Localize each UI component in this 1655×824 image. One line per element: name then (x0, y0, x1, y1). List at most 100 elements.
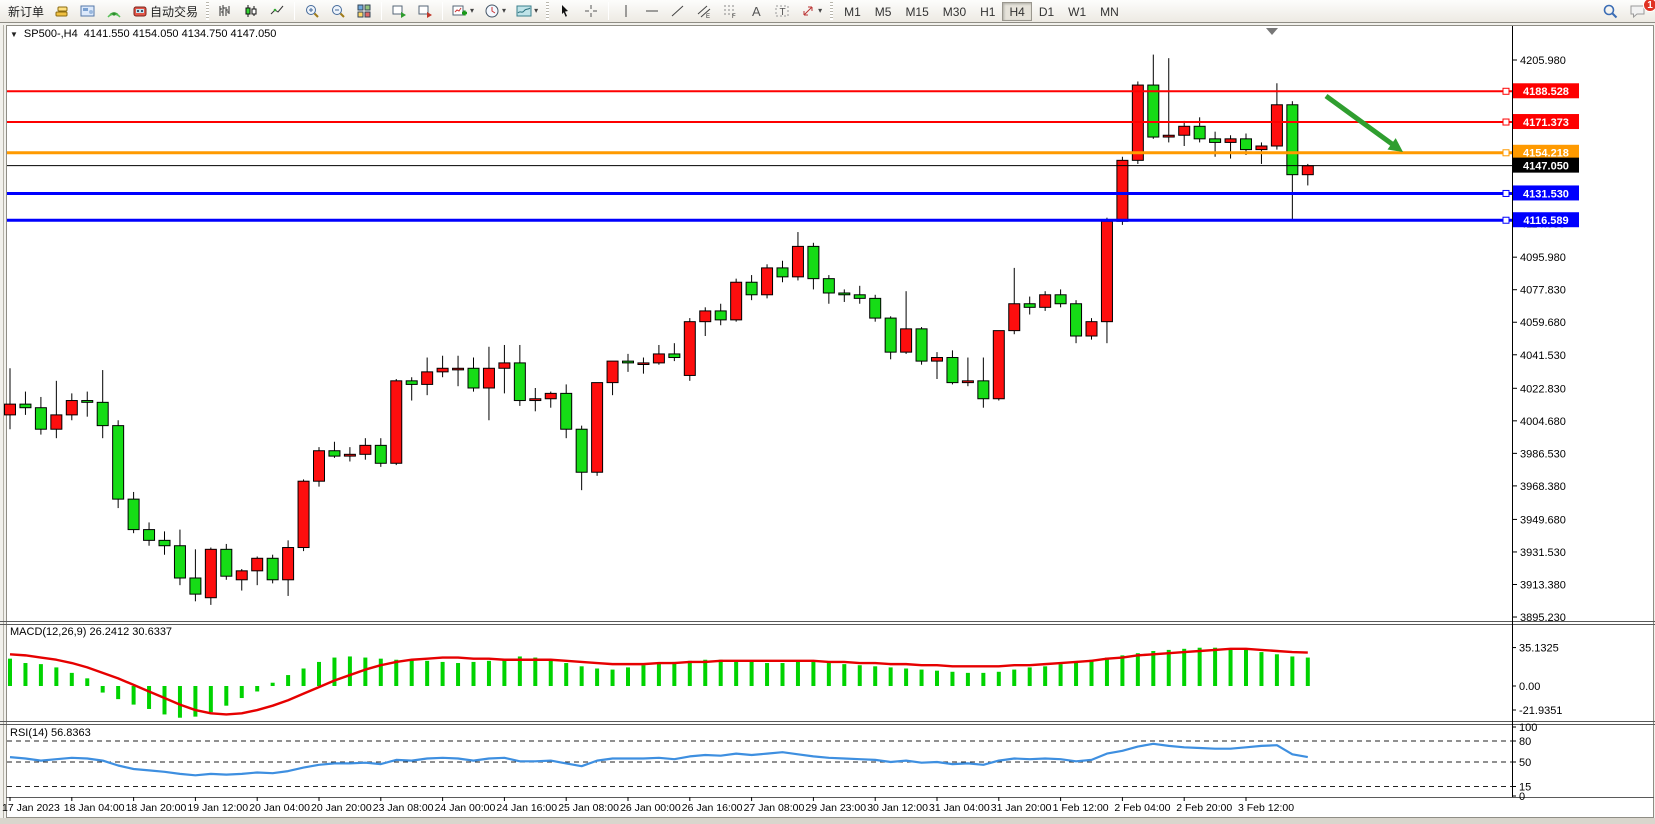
chart-symbol-period: SP500-,H4 (24, 28, 78, 40)
chevron-down-icon: ▾ (534, 7, 538, 15)
timeframe-H1[interactable]: H1 (973, 2, 1002, 21)
rsi-indicator-label: RSI(14) 56.8363 (10, 727, 91, 739)
svg-text:2 Feb 04:00: 2 Feb 04:00 (1114, 802, 1170, 814)
svg-text:17 Jan 2023: 17 Jan 2023 (2, 802, 60, 814)
candlestick-icon[interactable] (239, 1, 263, 21)
svg-text:3968.380: 3968.380 (1520, 481, 1566, 493)
timeframe-D1[interactable]: D1 (1032, 2, 1061, 21)
autotrading-button[interactable]: 自动交易 (128, 1, 202, 21)
svg-text:F: F (732, 14, 736, 19)
macd-indicator-label: MACD(12,26,9) 26.2412 30.6337 (10, 626, 172, 638)
svg-text:26 Jan 00:00: 26 Jan 00:00 (620, 802, 681, 814)
timeframe-H4[interactable]: H4 (1002, 2, 1031, 21)
horizontal-line-icon[interactable] (640, 1, 664, 21)
svg-text:4041.530: 4041.530 (1520, 350, 1566, 362)
svg-text:31 Jan 04:00: 31 Jan 04:00 (929, 802, 990, 814)
svg-text:18 Jan 20:00: 18 Jan 20:00 (126, 802, 187, 814)
period-clock-button[interactable]: ▾ (480, 1, 510, 21)
svg-text:24 Jan 00:00: 24 Jan 00:00 (435, 802, 496, 814)
chevron-down-icon: ▾ (818, 7, 822, 15)
svg-text:3 Feb 12:00: 3 Feb 12:00 (1238, 802, 1294, 814)
svg-text:35.1325: 35.1325 (1519, 643, 1559, 655)
svg-text:20 Jan 04:00: 20 Jan 04:00 (249, 802, 310, 814)
svg-text:3895.230: 3895.230 (1520, 612, 1566, 624)
svg-text:4205.980: 4205.980 (1520, 55, 1566, 67)
svg-text:23 Jan 08:00: 23 Jan 08:00 (373, 802, 434, 814)
toolbar-separator (442, 2, 443, 20)
svg-text:29 Jan 23:00: 29 Jan 23:00 (805, 802, 866, 814)
notification-badge: 1 (1643, 0, 1655, 12)
svg-text:50: 50 (1519, 757, 1531, 769)
toolbar-separator (381, 2, 382, 20)
line-chart-icon[interactable] (265, 1, 289, 21)
svg-text:-21.9351: -21.9351 (1519, 705, 1562, 717)
svg-text:4059.680: 4059.680 (1520, 317, 1566, 329)
crosshair-icon[interactable] (579, 1, 603, 21)
timeframe-M5[interactable]: M5 (868, 2, 899, 21)
autotrading-label: 自动交易 (150, 3, 198, 20)
tile-windows-icon[interactable] (352, 1, 376, 21)
chart-ohlc-values: 4141.550 4154.050 4134.750 4147.050 (84, 28, 277, 40)
toolbar-separator (294, 2, 295, 20)
signals-icon[interactable] (102, 1, 126, 21)
svg-text:1 Feb 12:00: 1 Feb 12:00 (1053, 802, 1109, 814)
svg-text:18 Jan 04:00: 18 Jan 04:00 (64, 802, 125, 814)
search-icon[interactable] (1598, 1, 1623, 21)
svg-text:4171.373: 4171.373 (1523, 117, 1569, 129)
chart-canvas[interactable]: 4205.9804187.8304169.6804150.9804132.830… (0, 0, 1655, 824)
timeframe-M30[interactable]: M30 (936, 2, 973, 21)
bar-chart-icon[interactable] (213, 1, 237, 21)
svg-text:2 Feb 20:00: 2 Feb 20:00 (1176, 802, 1232, 814)
main-toolbar: 新订单 自动交易 (0, 0, 1655, 23)
svg-text:0: 0 (1519, 791, 1525, 803)
arrange-charts-icon[interactable] (387, 1, 411, 21)
cursor-icon[interactable] (553, 1, 577, 21)
equidistant-channel-icon[interactable]: E (692, 1, 716, 21)
svg-text:T: T (780, 7, 786, 18)
svg-text:E: E (706, 14, 710, 19)
timeframe-W1[interactable]: W1 (1061, 2, 1093, 21)
svg-text:3949.680: 3949.680 (1520, 514, 1566, 526)
svg-text:3986.530: 3986.530 (1520, 448, 1566, 460)
toolbar-separator (608, 2, 609, 20)
chat-icon[interactable]: 1 (1625, 1, 1651, 21)
svg-text:4131.530: 4131.530 (1523, 188, 1569, 200)
svg-text:4116.589: 4116.589 (1523, 215, 1568, 227)
zoom-in-icon[interactable] (300, 1, 324, 21)
cascade-charts-icon[interactable] (413, 1, 437, 21)
vertical-line-icon[interactable] (614, 1, 638, 21)
svg-text:31 Jan 20:00: 31 Jan 20:00 (991, 802, 1052, 814)
svg-text:3931.530: 3931.530 (1520, 547, 1566, 559)
new-order-button[interactable]: 新订单 (4, 1, 48, 21)
svg-text:4095.980: 4095.980 (1520, 252, 1566, 264)
svg-text:20 Jan 20:00: 20 Jan 20:00 (311, 802, 372, 814)
text-tool-icon[interactable]: A (744, 1, 768, 21)
chart-title: ▼ SP500-,H4 4141.550 4154.050 4134.750 4… (10, 28, 276, 40)
new-chart-button[interactable]: ▾ (448, 1, 478, 21)
svg-text:A: A (752, 4, 761, 19)
svg-text:27 Jan 08:00: 27 Jan 08:00 (744, 802, 805, 814)
svg-text:26 Jan 16:00: 26 Jan 16:00 (682, 802, 743, 814)
svg-text:19 Jan 12:00: 19 Jan 12:00 (187, 802, 248, 814)
svg-text:30 Jan 12:00: 30 Jan 12:00 (867, 802, 928, 814)
svg-text:24 Jan 16:00: 24 Jan 16:00 (496, 802, 557, 814)
chart-profile-icon[interactable]: ▾ (512, 1, 542, 21)
timeframe-M15[interactable]: M15 (898, 2, 935, 21)
toolbar-grip (546, 2, 549, 20)
timeframe-MN[interactable]: MN (1093, 2, 1126, 21)
arrows-tool-icon[interactable]: ▾ (796, 1, 826, 21)
toolbar-grip (206, 2, 209, 20)
svg-text:4022.830: 4022.830 (1520, 383, 1566, 395)
chart-dropdown-icon[interactable]: ▼ (10, 30, 18, 39)
navigator-icon[interactable] (76, 1, 100, 21)
svg-text:25 Jan 08:00: 25 Jan 08:00 (558, 802, 619, 814)
market-watch-icon[interactable] (50, 1, 74, 21)
fibonacci-icon[interactable]: F (718, 1, 742, 21)
timeframe-M1[interactable]: M1 (837, 2, 868, 21)
text-label-icon[interactable]: T (770, 1, 794, 21)
toolbar-grip (830, 2, 833, 20)
zoom-out-icon[interactable] (326, 1, 350, 21)
new-order-label: 新订单 (8, 3, 44, 20)
trendline-icon[interactable] (666, 1, 690, 21)
svg-text:3913.380: 3913.380 (1520, 579, 1566, 591)
